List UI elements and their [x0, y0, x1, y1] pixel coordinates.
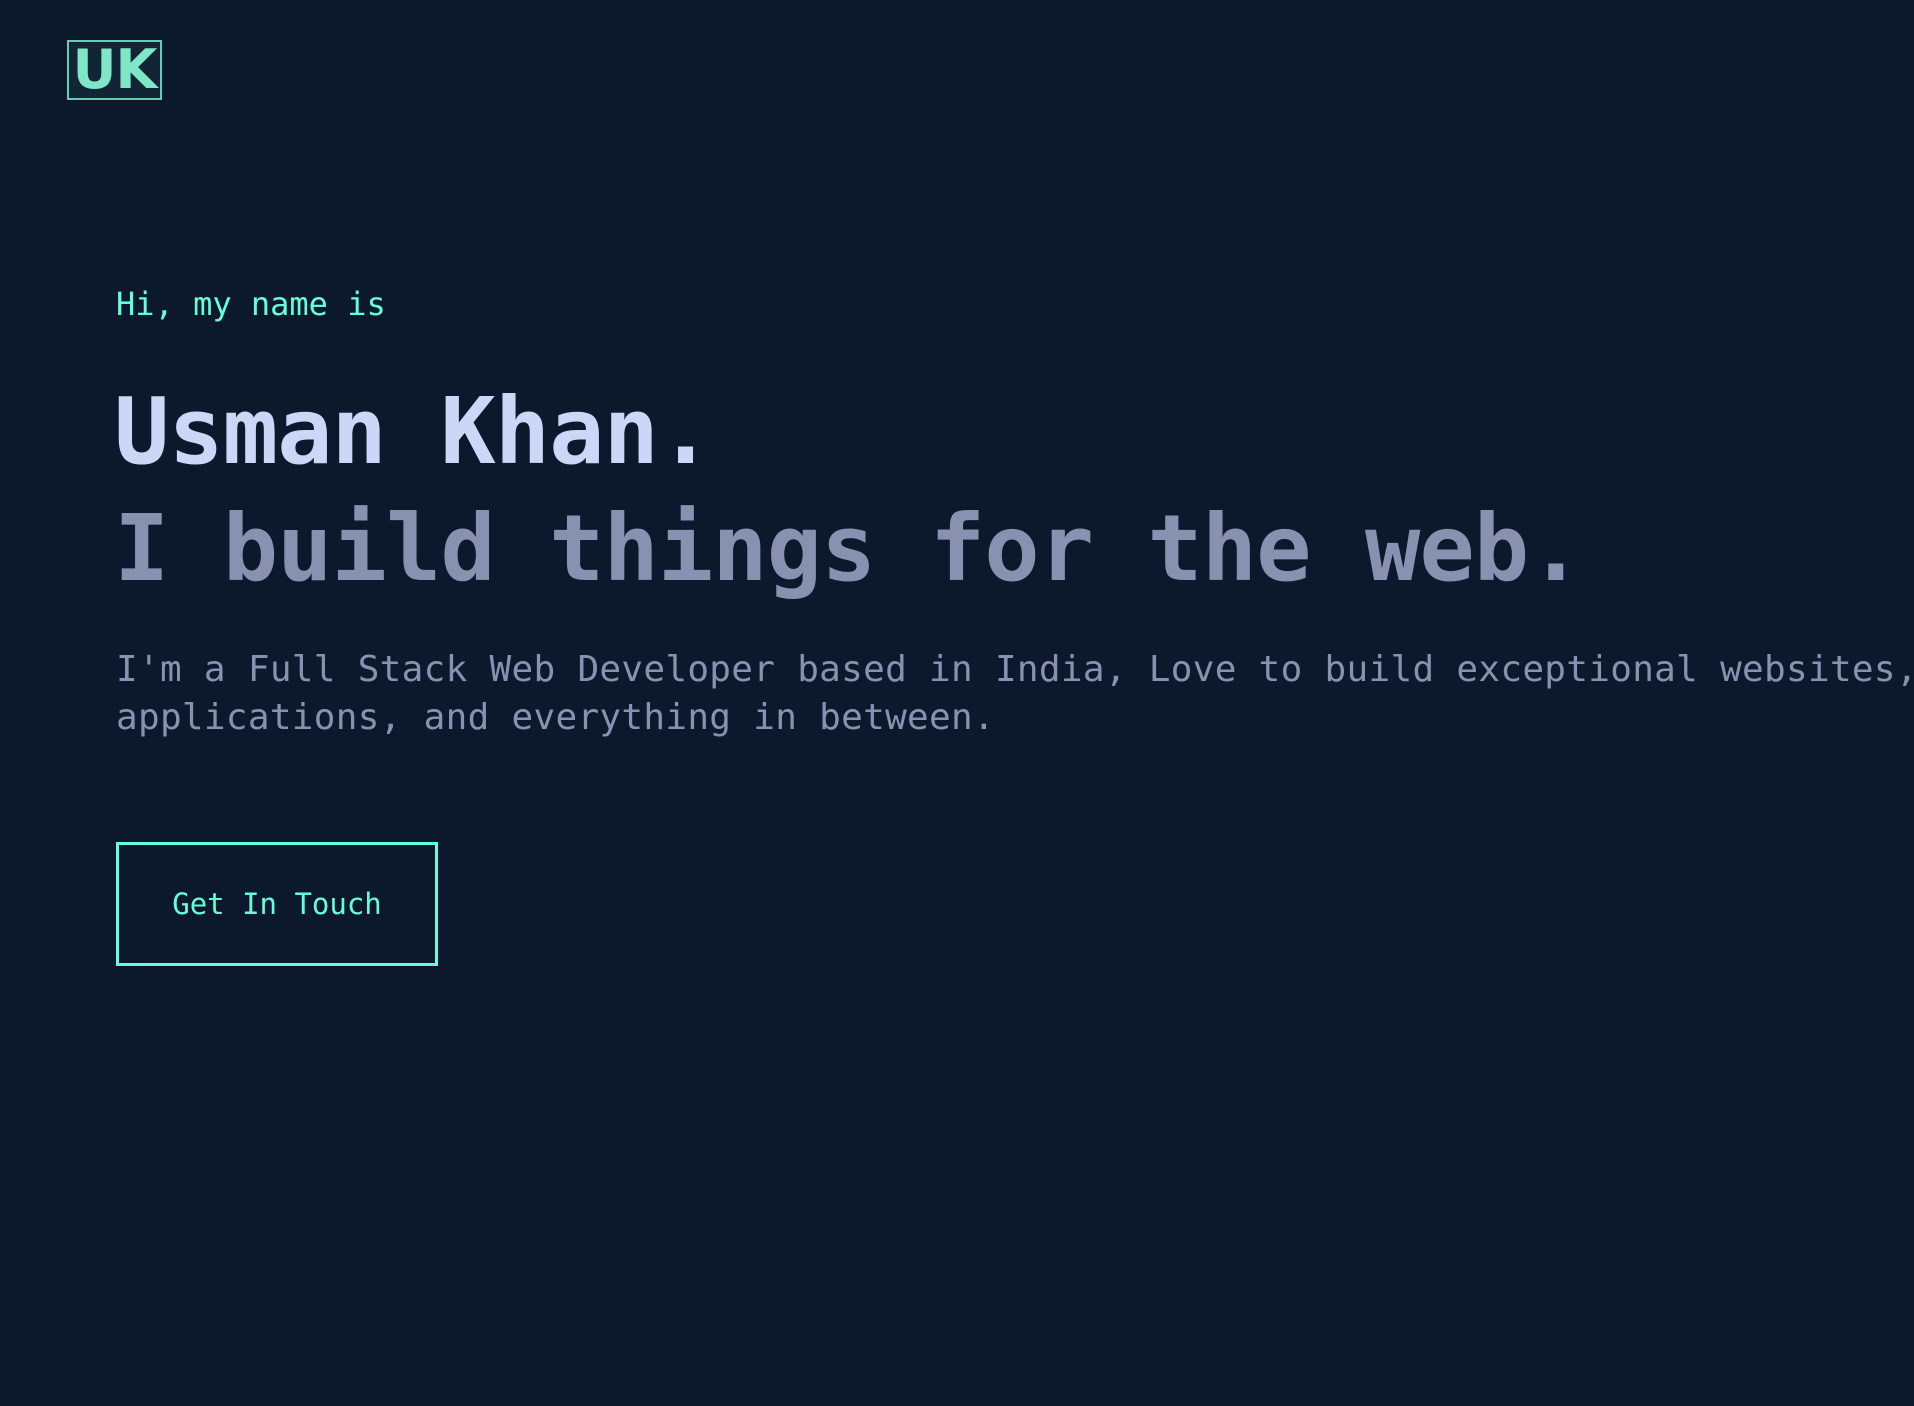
hero-name: Usman Khan.	[114, 378, 713, 485]
hero-tagline: I build things for the web.	[114, 495, 1583, 602]
get-in-touch-button[interactable]: Get In Touch	[116, 842, 438, 966]
greeting-text: Hi, my name is	[116, 285, 386, 323]
logo[interactable]: UK	[67, 40, 162, 100]
hero-bio-line-2: applications, and everything in between.	[116, 697, 995, 738]
hero-bio: I'm a Full Stack Web Developer based in …	[116, 646, 1914, 742]
hero-bio-line-1: I'm a Full Stack Web Developer based in …	[116, 649, 1914, 690]
page: UK Hi, my name is Usman Khan. I build th…	[0, 0, 1914, 1406]
